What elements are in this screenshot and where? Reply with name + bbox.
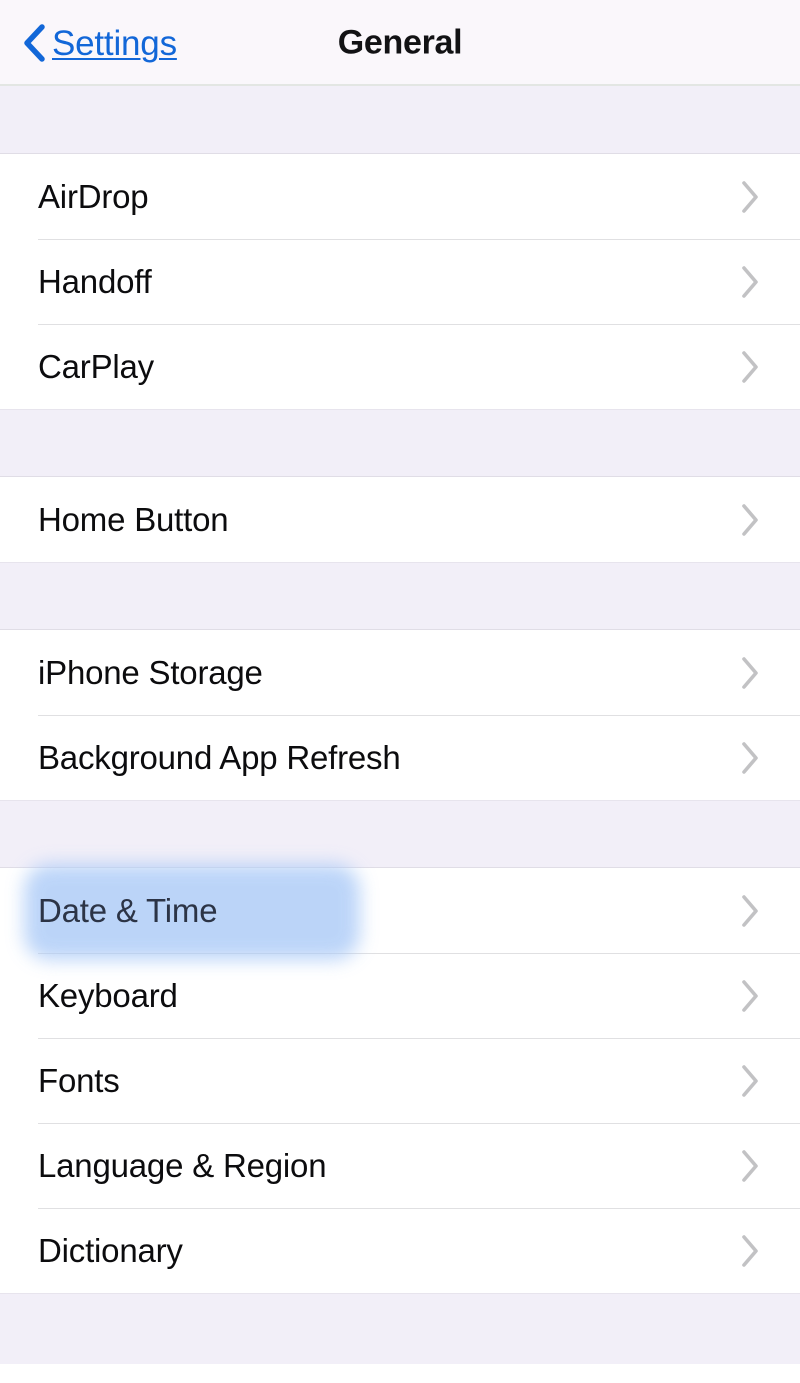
list-item-label: Keyboard [38, 977, 178, 1014]
chevron-right-icon [742, 180, 758, 213]
chevron-left-icon [24, 24, 45, 62]
chevron-right-icon [742, 503, 758, 536]
chevron-right-icon [742, 894, 758, 927]
list-item-date-and-time[interactable]: Date & Time [0, 864, 800, 960]
list-item-home-button[interactable]: Home Button [0, 477, 800, 562]
list-item-label: Background App Refresh [38, 739, 401, 776]
navigation-bar: Settings General [0, 0, 800, 86]
group-gap [0, 409, 800, 477]
chevron-right-icon [742, 741, 758, 774]
chevron-right-icon [742, 656, 758, 689]
settings-group-3: iPhone Storage Background App Refresh [0, 630, 800, 800]
list-item-label: CarPlay [38, 348, 154, 385]
settings-group-1: AirDrop Handoff CarPlay [0, 154, 800, 409]
chevron-right-icon [742, 1149, 758, 1182]
list-item-iphone-storage[interactable]: iPhone Storage [0, 630, 800, 715]
list-item-label: Home Button [38, 501, 229, 538]
group-gap [0, 1293, 800, 1364]
list-item-language-and-region[interactable]: Language & Region [0, 1123, 800, 1208]
list-item-handoff[interactable]: Handoff [0, 239, 800, 324]
list-item-label: Fonts [38, 1062, 120, 1099]
chevron-right-icon [742, 350, 758, 383]
list-item-keyboard[interactable]: Keyboard [0, 953, 800, 1038]
list-item-fonts[interactable]: Fonts [0, 1038, 800, 1123]
list-item-airdrop[interactable]: AirDrop [0, 154, 800, 239]
list-item-background-app-refresh[interactable]: Background App Refresh [0, 715, 800, 800]
group-gap [0, 562, 800, 630]
list-item-dictionary[interactable]: Dictionary [0, 1208, 800, 1293]
settings-group-4: Date & Time Keyboard Fonts Language & Re… [0, 864, 800, 1293]
settings-group-2: Home Button [0, 477, 800, 562]
group-gap [0, 800, 800, 868]
group-gap [0, 86, 800, 154]
list-item-label: Dictionary [38, 1232, 183, 1269]
chevron-right-icon [742, 979, 758, 1012]
back-button-label: Settings [52, 23, 177, 63]
list-item-label: AirDrop [38, 178, 149, 215]
settings-list[interactable]: AirDrop Handoff CarPlay Home Button iPho… [0, 86, 800, 1383]
chevron-right-icon [742, 1064, 758, 1097]
list-item-carplay[interactable]: CarPlay [0, 324, 800, 409]
chevron-right-icon [742, 1234, 758, 1267]
chevron-right-icon [742, 265, 758, 298]
back-button-settings[interactable]: Settings [22, 23, 177, 63]
list-item-label: iPhone Storage [38, 654, 263, 691]
settings-general-screen: Settings General AirDrop Handoff CarPlay [0, 0, 800, 1383]
list-item-label: Date & Time [38, 892, 218, 929]
list-item-label: Language & Region [38, 1147, 327, 1184]
list-item-label: Handoff [38, 263, 152, 300]
